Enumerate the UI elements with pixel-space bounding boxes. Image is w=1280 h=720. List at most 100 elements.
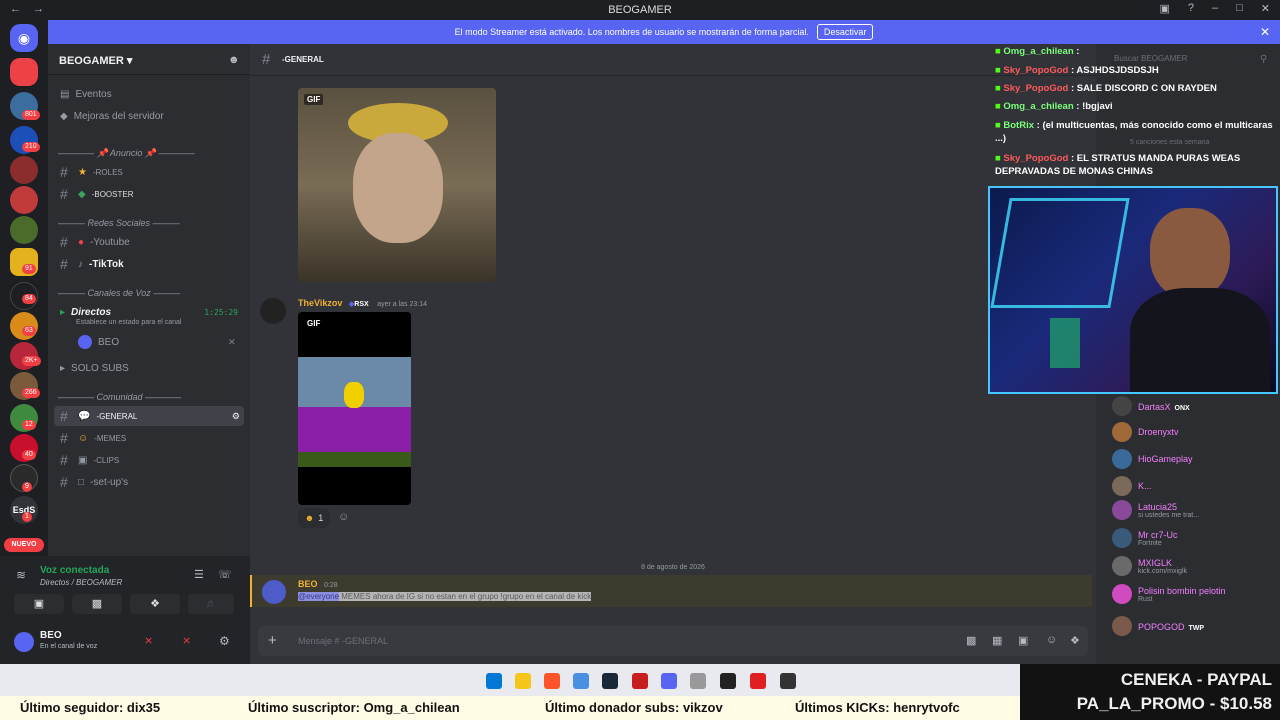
member-item[interactable]: Mr cr7-Uc Fortnite (1112, 526, 1272, 550)
close-button[interactable]: ✕ (1261, 2, 1270, 15)
add-reaction-icon[interactable]: ☺ (338, 511, 349, 523)
plus-icon[interactable]: + (268, 632, 277, 649)
server-tag[interactable]: ◆RSX (349, 301, 369, 308)
new-badge[interactable]: NUEVO (4, 538, 44, 552)
tiktok-icon: ♪ (78, 258, 83, 270)
maximize-button[interactable]: □ (1236, 2, 1243, 15)
mute-icon[interactable]: ⨯ (144, 634, 153, 647)
channel-general[interactable]: # 💬 -GENERAL ⚙ (54, 406, 244, 426)
apps-icon[interactable]: ❖ (1070, 634, 1080, 647)
speaker-icon: ▸ (60, 362, 66, 374)
everyone-mention[interactable]: @everyone (298, 592, 340, 601)
avatar[interactable] (14, 632, 34, 652)
soundboard-button[interactable]: ♬ (188, 594, 234, 614)
gif-image-2[interactable]: GIF (298, 312, 411, 505)
channel-header: # -GENERAL (250, 44, 1096, 76)
sticker-icon[interactable]: ▣ (1018, 634, 1028, 647)
activities-button[interactable]: ❖ (130, 594, 180, 614)
member-item[interactable]: K... (1112, 474, 1272, 498)
brave-browser-icon[interactable] (544, 673, 560, 689)
app-icon[interactable] (690, 673, 706, 689)
mention-message-highlight (250, 575, 1092, 607)
voice-channel-name[interactable]: Directos / BEOGAMER (40, 578, 122, 587)
app-icon[interactable] (573, 673, 589, 689)
server-icon[interactable] (10, 156, 38, 184)
chat-line: ■ Omg_a_chilean : !bgjavi (995, 101, 1113, 112)
voice-channel-solo-subs[interactable]: ▸ SOLO SUBS (54, 358, 244, 378)
member-name: Mr cr7-Uc (1138, 529, 1178, 540)
member-item[interactable]: DartasX ONX (1112, 394, 1272, 418)
speaker-icon: ▸ (60, 306, 66, 318)
member-item[interactable]: MXIGLK kick.com/mxiglk (1112, 554, 1272, 578)
author-name[interactable]: BEO (298, 579, 318, 589)
close-banner-icon[interactable]: ✕ (1260, 25, 1270, 39)
capcut-icon[interactable] (720, 673, 736, 689)
member-item[interactable]: Droenyxtv (1112, 420, 1272, 444)
member-item[interactable]: HioGameplay (1112, 447, 1272, 471)
username[interactable]: BEO (40, 630, 62, 641)
user-status: En el canal de voz (40, 643, 98, 650)
obs-icon[interactable] (780, 673, 796, 689)
channel-roles[interactable]: # ★ -ROLES (54, 162, 244, 182)
server-icon[interactable] (10, 186, 38, 214)
channel-youtube[interactable]: # ● -Youtube (54, 232, 244, 252)
discord-home-icon[interactable]: ◉ (10, 24, 38, 52)
boosts-item[interactable]: ◆ Mejoras del servidor (54, 106, 244, 126)
category-redes-sociales[interactable]: ——— Redes Sociales ——— (58, 218, 180, 228)
channel-setups[interactable]: # □ -set-up's (54, 472, 244, 492)
channel-booster[interactable]: # ◆ -BOOSTER (54, 184, 244, 204)
server-icon-beogamer[interactable] (10, 58, 38, 86)
minimize-button[interactable]: – (1212, 2, 1218, 15)
member-text: HioGameplay (1138, 454, 1193, 464)
add-member-icon[interactable]: ☻ (228, 54, 240, 66)
disconnect-icon[interactable]: ☏ (218, 568, 232, 581)
window-title: BEOGAMER (608, 4, 672, 16)
server-name-header[interactable]: BEOGAMER ▾ (59, 54, 132, 67)
inbox-icon[interactable]: ▣ (1159, 2, 1169, 15)
valorant-icon[interactable] (632, 673, 648, 689)
gear-icon[interactable]: ⚙ (219, 634, 230, 648)
deafen-icon[interactable]: ⨯ (182, 634, 191, 647)
author-name[interactable]: TheVikzov (298, 298, 342, 308)
obs-record-icon[interactable] (750, 673, 766, 689)
gif-picker-icon[interactable]: ▦ (992, 634, 1002, 647)
emoji-icon[interactable]: ☺ (1046, 634, 1057, 646)
events-item[interactable]: ▤ Eventos (54, 84, 244, 104)
category-canales-de-voz[interactable]: ——— Canales de Voz ——— (58, 288, 180, 298)
help-icon[interactable]: ? (1188, 2, 1194, 15)
avatar[interactable] (262, 580, 286, 604)
screen-share-button[interactable]: ▩ (72, 594, 122, 614)
chat-line: ■ BotRix : (el multicuentas, más conocid… (995, 120, 1273, 144)
channel-tiktok[interactable]: # ♪ -TikTok (54, 254, 244, 274)
file-explorer-icon[interactable] (515, 673, 531, 689)
camera-off-button[interactable]: ▣ (14, 594, 64, 614)
mention-badge: 40 (22, 450, 36, 460)
channel-memes[interactable]: # ☺ -MEMES (54, 428, 244, 448)
reaction-chip[interactable]: ☻ 1 (298, 508, 330, 528)
category-anuncio[interactable]: ———— 📌 Anuncio 📌 ———— (58, 148, 195, 159)
member-item[interactable]: POPOGOD TWP (1112, 614, 1272, 638)
member-item[interactable]: Latucia25 si ustedes me trat... (1112, 498, 1272, 522)
member-name: MXIGLK (1138, 557, 1173, 568)
last-kicks: Últimos KICKs: henrytvofc (795, 700, 960, 715)
voice-user-beo[interactable]: BEO ⨯ (72, 332, 242, 352)
message-input[interactable]: + Mensaje # -GENERAL ▩ ▦ ▣ ☺ ❖ (258, 626, 1088, 656)
voice-connected-label[interactable]: Voz conectada (40, 565, 109, 576)
windows-start-icon[interactable] (486, 673, 502, 689)
channel-status-hint[interactable]: Establece un estado para el canal (76, 319, 181, 326)
mention-badge: 266 (22, 388, 40, 398)
discord-taskbar-icon[interactable] (661, 673, 677, 689)
avatar[interactable] (260, 298, 286, 324)
member-item[interactable]: Polisin bombin pelotin Rust (1112, 582, 1272, 606)
server-icon[interactable] (10, 216, 38, 244)
channel-clips[interactable]: # ▣ -CLIPS (54, 450, 244, 470)
member-name: POPOGOD (1138, 622, 1185, 632)
category-comunidad[interactable]: ———— Comunidad ———— (58, 392, 181, 402)
gif-image-1[interactable]: GIF (298, 88, 496, 282)
signal-icon[interactable]: ≋ (16, 568, 26, 582)
noise-suppression-icon[interactable]: ☰ (194, 568, 204, 581)
deactivate-button[interactable]: Desactivar (816, 24, 874, 40)
muted-icon: ⨯ (227, 336, 236, 348)
gift-icon[interactable]: ▩ (966, 634, 976, 647)
steam-icon[interactable] (602, 673, 618, 689)
